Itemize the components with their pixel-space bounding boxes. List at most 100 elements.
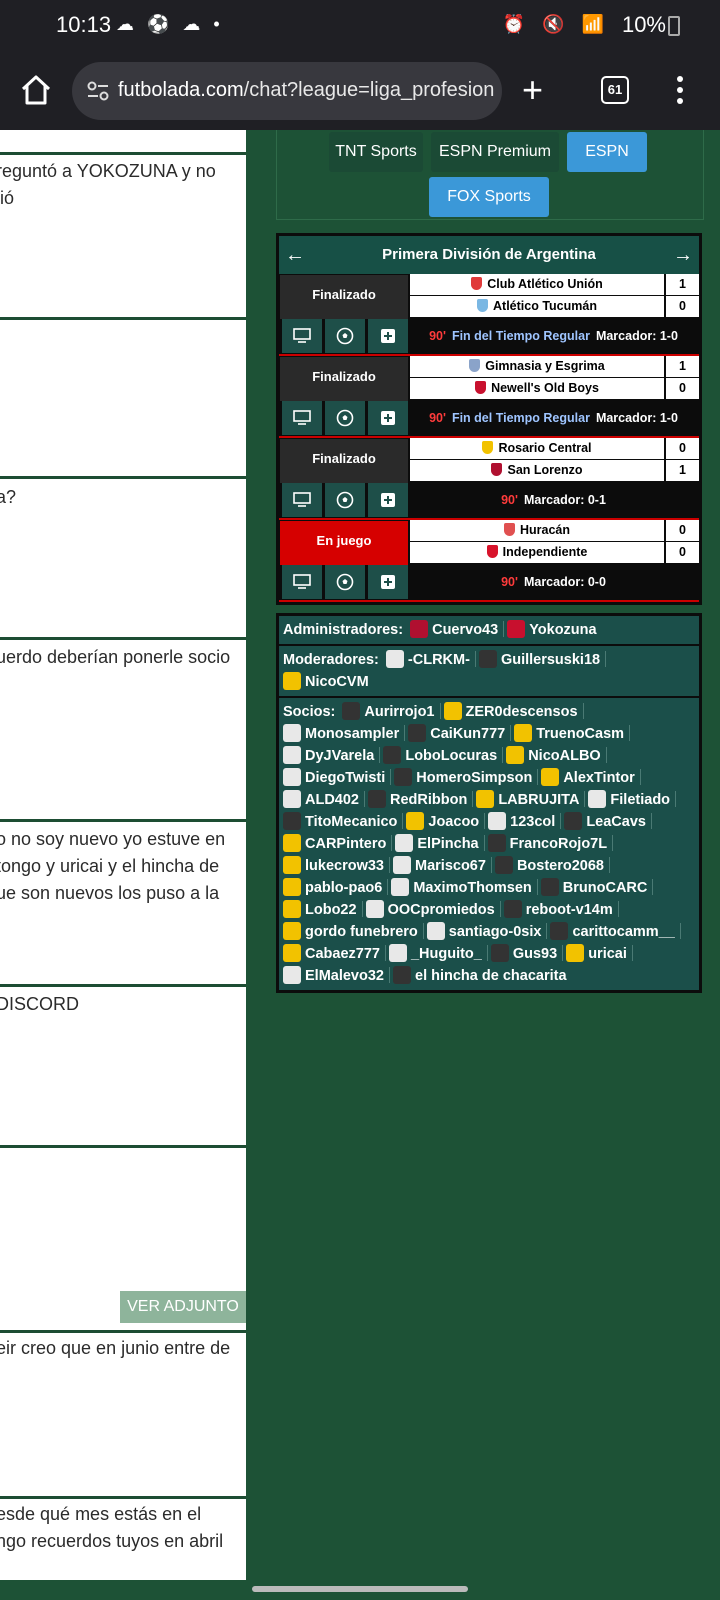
more-menu-icon[interactable]	[676, 74, 684, 108]
user-link[interactable]: Filetiado	[588, 789, 670, 811]
username: DyJVarela	[305, 748, 375, 764]
username: CaiKun777	[430, 726, 506, 742]
view-attachment-button[interactable]: VER ADJUNTO	[120, 1291, 246, 1323]
channel-espn[interactable]: ESPN	[567, 132, 647, 172]
away-team[interactable]: Newell's Old Boys	[410, 378, 664, 399]
site-settings-icon[interactable]	[86, 79, 110, 103]
user-link[interactable]: AlexTintor	[541, 767, 635, 789]
browser-toolbar: futbolada.com/chat?league=liga_profesion…	[0, 54, 720, 130]
next-league-arrow[interactable]: →	[673, 236, 693, 274]
user-link[interactable]: Marisco67	[393, 855, 486, 877]
user-link[interactable]: RedRibbon	[368, 789, 467, 811]
league-scoreboard: ← Primera División de Argentina → Finali…	[276, 233, 702, 605]
away-team[interactable]: Atlético Tucumán	[410, 296, 664, 317]
user-link[interactable]: BrunoCARC	[540, 877, 647, 899]
battery-icon	[668, 16, 680, 36]
channel-tnt-sports[interactable]: TNT Sports	[329, 132, 423, 172]
username: Monosampler	[305, 726, 400, 742]
user-link[interactable]: CARPintero	[283, 833, 386, 855]
user-avatar-icon	[494, 856, 513, 874]
channel-fox-sports[interactable]: FOX Sports	[429, 177, 549, 217]
user-link[interactable]: pablo-pao6	[283, 877, 382, 899]
user-link[interactable]: LABRUJITA	[476, 789, 579, 811]
user-link[interactable]: LoboLocuras	[383, 745, 497, 767]
user-link[interactable]: HomeroSimpson	[394, 767, 532, 789]
user-link[interactable]: santiago-0six	[426, 921, 541, 943]
plus-square-icon[interactable]	[368, 319, 408, 353]
user-link[interactable]: FrancoRojo7L	[487, 833, 607, 855]
tv-icon[interactable]	[282, 401, 322, 435]
user-link[interactable]: DiegoTwisti	[283, 767, 385, 789]
user-link[interactable]: lukecrow33	[283, 855, 384, 877]
chat-message: a?	[0, 479, 246, 640]
user-link[interactable]: Cuervo43	[410, 619, 498, 641]
user-link[interactable]: ALD402	[283, 789, 359, 811]
user-separator	[612, 835, 614, 851]
tab-switcher-button[interactable]: 61	[601, 76, 629, 104]
home-team[interactable]: Rosario Central	[410, 438, 664, 459]
members-row: Socios: Aurirrojo1 ZER0descensos Monosampl…	[279, 698, 699, 990]
ball-icon[interactable]	[325, 401, 365, 435]
user-link[interactable]: Gus93	[490, 943, 557, 965]
user-link[interactable]: LeaCavs	[564, 811, 646, 833]
user-link[interactable]: _Huguito_	[388, 943, 482, 965]
plus-square-icon[interactable]	[368, 483, 408, 517]
user-link[interactable]: TruenoCasm	[514, 723, 624, 745]
user-link[interactable]: OOCpromiedos	[365, 899, 495, 921]
user-link[interactable]: TitoMecanico	[283, 811, 397, 833]
user-separator	[389, 857, 390, 873]
user-link[interactable]: MaximoThomsen	[391, 877, 532, 899]
tv-icon[interactable]	[282, 319, 322, 353]
user-link[interactable]: 123col	[488, 811, 555, 833]
away-team[interactable]: San Lorenzo	[410, 460, 664, 481]
user-link[interactable]: Monosampler	[283, 723, 399, 745]
url-text: futbolada.com/chat?league=liga_profesion…	[118, 79, 494, 102]
user-link[interactable]: CaiKun777	[408, 723, 505, 745]
user-separator	[679, 923, 681, 939]
home-team[interactable]: Huracán	[410, 520, 664, 541]
user-link[interactable]: ElPincha	[395, 833, 479, 855]
user-link[interactable]: DyJVarela	[283, 745, 374, 767]
user-separator	[631, 945, 633, 961]
user-link[interactable]: carittocamm__	[550, 921, 675, 943]
prev-league-arrow[interactable]: ←	[285, 236, 305, 274]
user-avatar-icon	[283, 768, 301, 786]
home-team[interactable]: Gimnasia y Esgrima	[410, 356, 664, 377]
plus-square-icon[interactable]	[368, 401, 408, 435]
user-link[interactable]: -CLRKM-	[385, 649, 470, 671]
user-separator	[546, 923, 548, 939]
chat-message: uerdo deberían ponerle socio	[0, 640, 246, 822]
user-link[interactable]: Yokozuna	[507, 619, 597, 641]
match-info: 90' Marcador: 0-0	[408, 575, 699, 589]
ball-icon[interactable]	[325, 319, 365, 353]
address-bar[interactable]: futbolada.com/chat?league=liga_profesion…	[72, 62, 502, 120]
user-link[interactable]: uricai	[566, 943, 627, 965]
user-link[interactable]: gordo funebrero	[283, 921, 418, 943]
user-link[interactable]: Bostero2068	[494, 855, 604, 877]
new-tab-icon[interactable]: +	[522, 72, 543, 108]
user-link[interactable]: Aurirrojo1	[342, 701, 435, 723]
user-link[interactable]: Guillersuski18	[478, 649, 600, 671]
user-link[interactable]: ElMalevo32	[283, 965, 384, 987]
user-link[interactable]: Cabaez777	[283, 943, 380, 965]
username: -CLRKM-	[407, 652, 470, 668]
ball-icon[interactable]	[325, 483, 365, 517]
match-minute: 90'	[501, 575, 518, 589]
tv-icon[interactable]	[282, 483, 322, 517]
ball-icon[interactable]	[325, 565, 365, 599]
user-link[interactable]: reboot-v14m	[503, 899, 613, 921]
away-team[interactable]: Independiente	[410, 542, 664, 563]
tv-icon[interactable]	[282, 565, 322, 599]
user-link[interactable]: NicoALBO	[506, 745, 601, 767]
user-link[interactable]: NicoCVM	[283, 671, 369, 693]
channel-espn-premium[interactable]: ESPN Premium	[431, 132, 559, 172]
plus-square-icon[interactable]	[368, 565, 408, 599]
user-link[interactable]: ZER0descensos	[443, 701, 578, 723]
home-icon[interactable]	[18, 72, 54, 108]
user-link[interactable]: Joacoo	[406, 811, 479, 833]
user-link[interactable]: el hincha de chacarita	[393, 965, 567, 987]
user-link[interactable]: Lobo22	[283, 899, 357, 921]
home-team[interactable]: Club Atlético Unión	[410, 274, 664, 295]
chat-message: esde qué mes estás en el ngo recuerdos t…	[0, 1499, 246, 1580]
chat-messages[interactable]: reguntó a YOKOZUNA y no lió a? uerdo deb…	[0, 130, 246, 1580]
